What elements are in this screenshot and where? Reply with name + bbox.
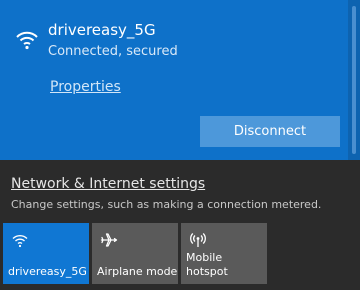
- airplane-mode-tile[interactable]: Airplane mode: [92, 223, 178, 284]
- tile-label: drivereasy_5G: [8, 265, 87, 278]
- network-settings-link[interactable]: Network & Internet settings: [11, 176, 205, 192]
- network-settings-description: Change settings, such as making a connec…: [11, 198, 322, 211]
- tile-label: Airplane mode: [97, 265, 178, 278]
- network-status: Connected, secured: [48, 44, 178, 59]
- mobile-hotspot-tile[interactable]: Mobile hotspot: [181, 223, 267, 284]
- wifi-icon: [12, 234, 28, 248]
- disconnect-button[interactable]: Disconnect: [200, 116, 340, 147]
- wifi-icon: [16, 31, 38, 50]
- properties-link[interactable]: Properties: [50, 79, 121, 95]
- network-flyout: drivereasy_5G Connected, secured Propert…: [0, 0, 360, 290]
- wifi-tile[interactable]: drivereasy_5G: [3, 223, 89, 284]
- network-card[interactable]: drivereasy_5G Connected, secured Propert…: [0, 0, 348, 160]
- tile-label: Mobile hotspot: [186, 251, 228, 278]
- airplane-icon: [100, 233, 118, 247]
- scrollbar-thumb[interactable]: [352, 6, 356, 154]
- network-name: drivereasy_5G: [48, 21, 156, 39]
- hotspot-icon: [190, 233, 206, 247]
